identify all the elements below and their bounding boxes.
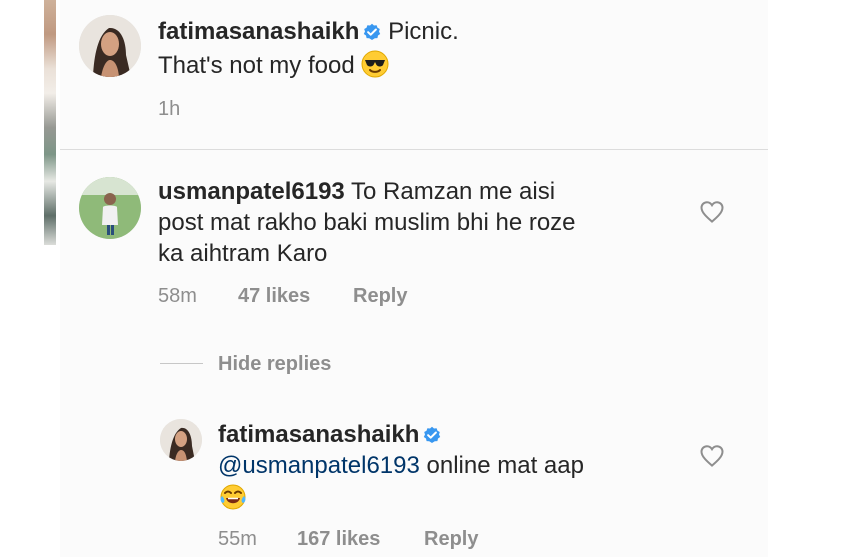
post-caption-text-1: Picnic. (388, 18, 459, 45)
hide-replies-line (160, 363, 203, 364)
avatar-photo (79, 15, 141, 77)
comment-username[interactable]: usmanpatel6193 (158, 178, 345, 205)
comment-timestamp: 58m (158, 285, 197, 307)
background-image-strip (44, 0, 56, 245)
avatar-photo (160, 419, 202, 461)
comment-line-2: post mat rakho baki muslim bhi he roze (158, 209, 576, 236)
reply-line-1: fatimasanashaikh (218, 419, 441, 450)
post-caption-line-1: fatimasanashaikh Picnic. (158, 16, 459, 47)
hide-replies-button[interactable]: Hide replies (218, 352, 331, 376)
reply-text: online mat aap (426, 452, 584, 479)
screenshot-frame: fatimasanashaikh Picnic. That's not my f… (0, 0, 844, 557)
avatar-photo (79, 177, 141, 239)
face-with-tears-of-joy-icon (220, 484, 246, 510)
caption-divider (60, 149, 768, 150)
post-timestamp: 1h (158, 98, 181, 120)
comment-like-heart-icon[interactable] (699, 200, 725, 224)
reply-author-avatar[interactable] (160, 419, 202, 461)
verified-badge-icon (364, 23, 381, 40)
verified-badge-icon (424, 426, 441, 443)
reply-like-heart-icon[interactable] (699, 444, 725, 468)
commenter-avatar[interactable] (79, 177, 141, 239)
post-caption-text-2: That's not my food (158, 52, 355, 79)
reply-line-2: @usmanpatel6193 online mat aap (218, 450, 584, 481)
reply-reply-button[interactable]: Reply (424, 527, 478, 551)
post-caption-line-2: That's not my food (158, 50, 389, 81)
comment-text-1: To Ramzan me aisi (351, 178, 556, 205)
comment-reply-button[interactable]: Reply (353, 284, 407, 308)
reply-mention-link[interactable]: @usmanpatel6193 (218, 452, 420, 479)
comment-like-count[interactable]: 47 likes (238, 284, 310, 308)
smiling-face-with-sunglasses-icon (361, 50, 389, 78)
reply-username[interactable]: fatimasanashaikh (218, 421, 419, 448)
comment-line-1: usmanpatel6193 To Ramzan me aisi (158, 176, 555, 207)
comment-line-3: ka aihtram Karo (158, 240, 328, 267)
post-author-avatar[interactable] (79, 15, 141, 77)
reply-like-count[interactable]: 167 likes (297, 527, 380, 551)
reply-timestamp: 55m (218, 528, 257, 550)
post-username[interactable]: fatimasanashaikh (158, 18, 359, 45)
